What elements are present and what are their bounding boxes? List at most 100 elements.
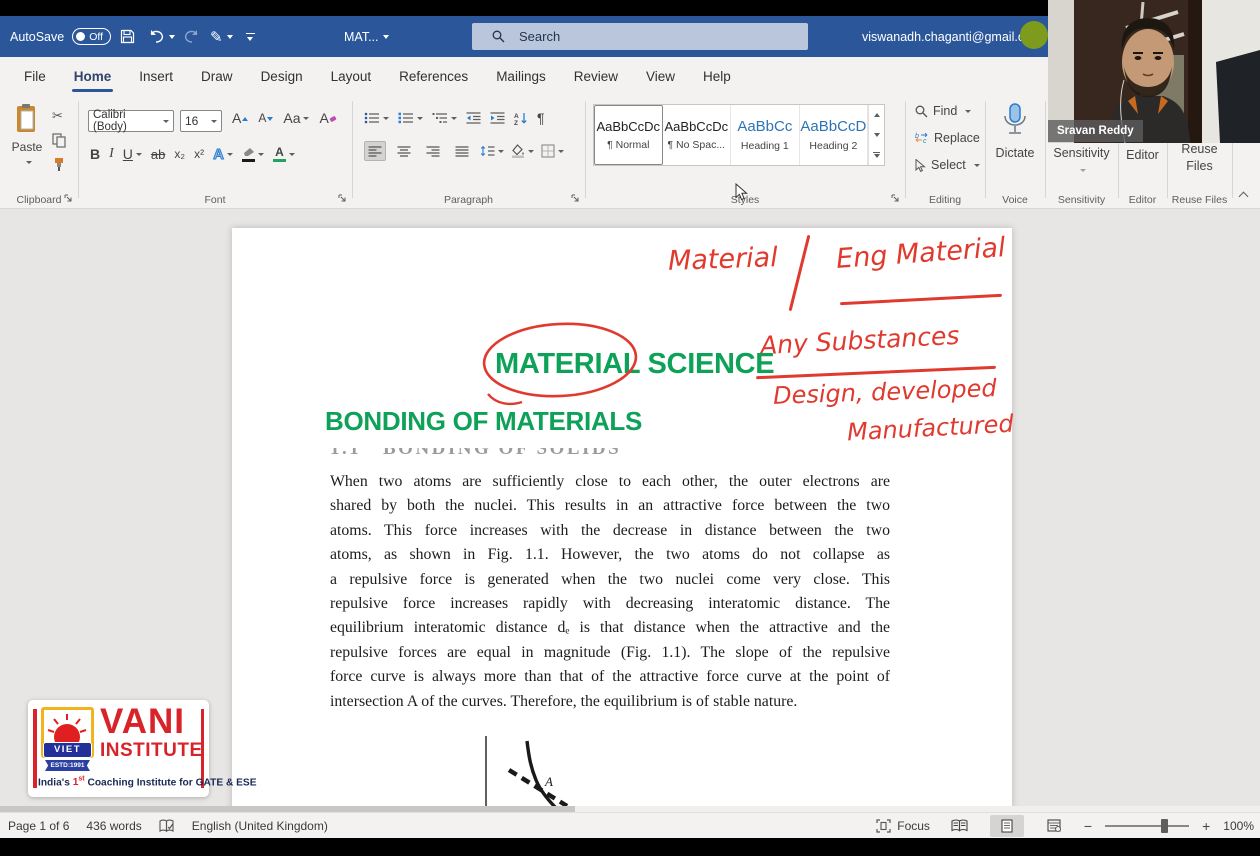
format-painter-button[interactable] bbox=[52, 157, 66, 177]
tab-help[interactable]: Help bbox=[689, 57, 745, 95]
zoom-slider-thumb[interactable] bbox=[1161, 819, 1168, 833]
save-button[interactable] bbox=[120, 16, 135, 57]
show-marks-button[interactable]: ¶ bbox=[537, 110, 545, 126]
justify-button[interactable] bbox=[451, 141, 473, 161]
subscript-button[interactable]: x₂ bbox=[174, 147, 185, 161]
focus-mode-button[interactable]: Focus bbox=[876, 819, 930, 833]
read-mode-button[interactable] bbox=[943, 815, 977, 837]
account-email[interactable]: viswanadh.chaganti@gmail.com bbox=[862, 16, 1041, 57]
paste-button[interactable]: Paste bbox=[8, 103, 46, 172]
web-layout-button[interactable] bbox=[1037, 815, 1071, 837]
highlight-button[interactable] bbox=[242, 147, 264, 162]
voice-group: Dictate Voice bbox=[985, 95, 1045, 209]
font-dialog-launcher[interactable] bbox=[338, 194, 347, 203]
shading-icon bbox=[511, 144, 525, 158]
select-button[interactable]: Select bbox=[915, 158, 980, 172]
styles-scroll-up[interactable] bbox=[869, 105, 884, 125]
increase-indent-button[interactable] bbox=[490, 112, 505, 124]
styles-gallery-more[interactable] bbox=[869, 145, 884, 165]
sensitivity-button[interactable]: Sensitivity bbox=[1045, 145, 1118, 179]
style-no-spacing[interactable]: AaBbCcDc ¶ No Spac... bbox=[663, 105, 732, 165]
customize-qat-button[interactable] bbox=[246, 16, 255, 57]
autosave-state: Off bbox=[89, 31, 103, 43]
zoom-out-button[interactable]: − bbox=[1084, 818, 1092, 834]
styles-dialog-launcher[interactable] bbox=[891, 194, 900, 203]
language-indicator[interactable]: English (United Kingdom) bbox=[192, 819, 328, 833]
align-center-button[interactable] bbox=[393, 141, 415, 161]
tab-references[interactable]: References bbox=[385, 57, 482, 95]
font-color-button[interactable]: A bbox=[273, 147, 295, 162]
editor-button[interactable]: Editor bbox=[1118, 147, 1167, 164]
ink-mode-button[interactable]: ✎ bbox=[210, 16, 233, 57]
search-input[interactable]: Search bbox=[472, 23, 808, 50]
shading-button[interactable] bbox=[511, 144, 534, 158]
style-heading2[interactable]: AaBbCcD Heading 2 bbox=[800, 105, 869, 165]
undo-icon bbox=[148, 29, 165, 44]
grow-font-button[interactable]: A bbox=[232, 110, 248, 126]
find-button[interactable]: Find bbox=[915, 104, 971, 118]
tab-draw[interactable]: Draw bbox=[187, 57, 247, 95]
reuse-files-button[interactable]: Reuse Files bbox=[1167, 141, 1232, 175]
tab-review[interactable]: Review bbox=[560, 57, 632, 95]
change-case-button[interactable]: Aa bbox=[283, 110, 309, 126]
decrease-indent-button[interactable] bbox=[466, 112, 481, 124]
tab-design[interactable]: Design bbox=[247, 57, 317, 95]
tab-home[interactable]: Home bbox=[60, 57, 126, 95]
paragraph-dialog-launcher[interactable] bbox=[571, 194, 580, 203]
document-title[interactable]: MAT... bbox=[344, 16, 389, 57]
strikethrough-button[interactable]: ab bbox=[151, 147, 165, 162]
sort-button[interactable]: A Z bbox=[514, 112, 528, 125]
focus-icon bbox=[876, 819, 891, 833]
copy-button[interactable] bbox=[52, 133, 66, 153]
tab-insert[interactable]: Insert bbox=[125, 57, 187, 95]
bullets-button[interactable] bbox=[364, 112, 389, 124]
align-left-button[interactable] bbox=[364, 141, 386, 161]
bold-button[interactable]: B bbox=[90, 146, 100, 162]
style-normal[interactable]: AaBbCcDc ¶ Normal bbox=[594, 105, 663, 165]
font-name-dropdown-icon bbox=[160, 114, 169, 128]
line-spacing-button[interactable] bbox=[480, 145, 504, 157]
zoom-in-button[interactable]: + bbox=[1202, 818, 1210, 834]
page-indicator[interactable]: Page 1 of 6 bbox=[8, 819, 69, 833]
clipboard-dialog-launcher[interactable] bbox=[64, 194, 73, 203]
tab-mailings[interactable]: Mailings bbox=[482, 57, 560, 95]
clear-formatting-button[interactable]: A bbox=[319, 110, 336, 126]
tab-view[interactable]: View bbox=[632, 57, 689, 95]
svg-text:A: A bbox=[514, 113, 519, 120]
numbering-button[interactable] bbox=[398, 112, 423, 124]
styles-scroll-down[interactable] bbox=[869, 125, 884, 145]
replace-button[interactable]: b c Replace bbox=[915, 131, 980, 145]
print-layout-button[interactable] bbox=[990, 815, 1024, 837]
collapse-ribbon-button[interactable] bbox=[1240, 190, 1250, 200]
faded-scan-heading: 1.1 BONDING OF SOLIDS bbox=[330, 448, 702, 462]
dictate-button[interactable]: Dictate bbox=[985, 103, 1045, 160]
undo-button[interactable] bbox=[148, 16, 175, 57]
tab-file[interactable]: File bbox=[10, 57, 60, 95]
customize-qat-icon bbox=[246, 33, 255, 41]
annotation-slash bbox=[789, 235, 811, 311]
document-page[interactable]: Material Eng Material Any Substances Des… bbox=[232, 228, 1012, 808]
tab-layout[interactable]: Layout bbox=[317, 57, 386, 95]
font-size-select[interactable]: 16 bbox=[180, 110, 222, 132]
redo-button[interactable] bbox=[183, 16, 200, 57]
proofing-icon[interactable] bbox=[159, 819, 175, 833]
account-avatar[interactable] bbox=[1020, 21, 1048, 49]
text-effects-button[interactable]: A bbox=[213, 146, 233, 163]
superscript-button[interactable]: x² bbox=[194, 147, 204, 161]
zoom-slider[interactable] bbox=[1105, 825, 1189, 827]
borders-button[interactable] bbox=[541, 144, 564, 158]
underline-button[interactable]: U bbox=[123, 146, 142, 162]
italic-button[interactable]: I bbox=[109, 146, 114, 162]
scan-paragraph: When two atoms are sufficiently close to… bbox=[330, 470, 890, 714]
shrink-font-button[interactable]: A bbox=[258, 111, 273, 125]
style-heading1[interactable]: AaBbCc Heading 1 bbox=[731, 105, 800, 165]
multilevel-list-button[interactable] bbox=[432, 112, 457, 124]
align-right-button[interactable] bbox=[422, 141, 444, 161]
zoom-level[interactable]: 100% bbox=[1223, 819, 1254, 833]
paragraph-group: A Z ¶ bbox=[352, 95, 585, 209]
word-count[interactable]: 436 words bbox=[86, 819, 141, 833]
cut-button[interactable]: ✂ bbox=[52, 107, 63, 125]
autosave-toggle[interactable]: AutoSave Off bbox=[10, 16, 111, 57]
font-name-select[interactable]: Calibri (Body) bbox=[88, 110, 174, 132]
figure-point-a-label: A bbox=[544, 774, 553, 789]
